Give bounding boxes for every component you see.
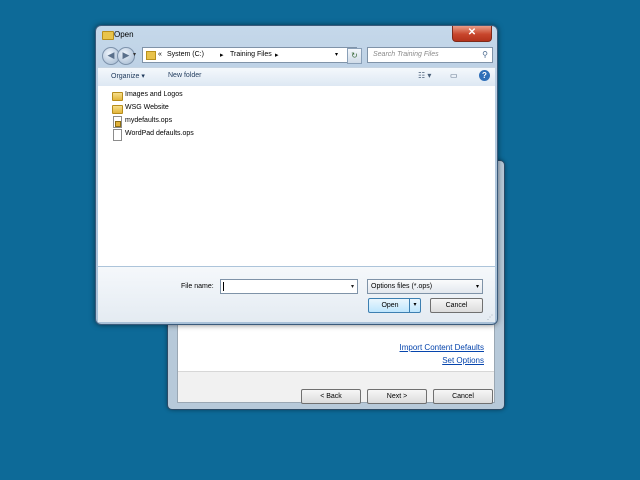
back-button[interactable]: < Back — [301, 389, 361, 404]
folder-title-icon — [102, 31, 114, 40]
wizard-cancel-button[interactable]: Cancel — [433, 389, 493, 404]
open-button[interactable]: Open ▾ — [368, 298, 421, 313]
cancel-button[interactable]: Cancel — [430, 298, 483, 313]
file-name: WSG Website — [125, 104, 169, 111]
text-caret — [223, 282, 224, 291]
file-type-value: Options files (*.ops) — [371, 283, 433, 290]
file-name-field[interactable]: ▾ — [220, 279, 358, 294]
file-name-label: File name: — [181, 283, 214, 290]
address-segment-folder[interactable]: Training Files — [230, 51, 272, 58]
file-name: mydefaults.ops — [125, 117, 173, 124]
dialog-title: Open — [114, 30, 134, 39]
refresh-icon[interactable]: ↻ — [347, 48, 362, 64]
open-dialog: Open ✕ ◀ ▶ ▾ « System (C:) ▸ Training Fi… — [95, 25, 498, 325]
address-bar[interactable]: « System (C:) ▸ Training Files ▸ ▾ — [142, 47, 357, 63]
next-button[interactable]: Next > — [367, 389, 427, 404]
help-icon[interactable]: ? — [479, 70, 490, 81]
open-label: Open — [381, 302, 399, 309]
file-list: Images and Logos WSG Website mydefaults.… — [98, 86, 495, 266]
address-separator[interactable]: ▸ — [220, 51, 224, 59]
search-placeholder: Search Training Files — [373, 51, 439, 58]
open-options-dropdown-icon[interactable]: ▾ — [409, 299, 420, 312]
folder-icon — [112, 105, 123, 114]
new-folder-button[interactable]: New folder — [168, 72, 201, 79]
file-name: WordPad defaults.ops — [125, 130, 194, 137]
address-dropdown-icon[interactable]: ▾ — [335, 51, 338, 58]
view-options-icon[interactable]: ☷ ▾ — [418, 71, 431, 80]
document-icon — [113, 129, 122, 141]
file-type-select[interactable]: Options files (*.ops) ▾ — [367, 279, 483, 294]
address-root-chevron[interactable]: « — [158, 51, 162, 58]
address-segment-drive[interactable]: System (C:) — [167, 51, 204, 58]
import-content-defaults-link[interactable]: Import Content Defaults — [400, 343, 484, 352]
resize-grip-icon[interactable]: ⋰ — [487, 314, 493, 321]
command-bar: Organize ▾ New folder ☷ ▾ ▭ ? — [98, 67, 495, 87]
file-name-dropdown-icon[interactable]: ▾ — [351, 283, 354, 290]
file-name: Images and Logos — [125, 91, 183, 98]
chevron-down-icon: ▾ — [475, 284, 479, 290]
set-options-link[interactable]: Set Options — [442, 356, 484, 365]
ops-file-icon — [113, 116, 122, 128]
dialog-footer: File name: ▾ Options files (*.ops) ▾ Ope… — [98, 267, 495, 322]
close-button[interactable]: ✕ — [452, 26, 492, 42]
folder-icon — [146, 51, 156, 60]
recent-locations-dropdown-icon[interactable]: ▾ — [133, 51, 136, 58]
search-icon[interactable]: ⚲ — [482, 50, 488, 59]
address-separator[interactable]: ▸ — [275, 51, 279, 59]
folder-icon — [112, 92, 123, 101]
preview-pane-icon[interactable]: ▭ — [450, 71, 458, 80]
organize-menu[interactable]: Organize ▾ — [111, 72, 145, 80]
search-input[interactable]: Search Training Files ⚲ — [367, 47, 493, 63]
